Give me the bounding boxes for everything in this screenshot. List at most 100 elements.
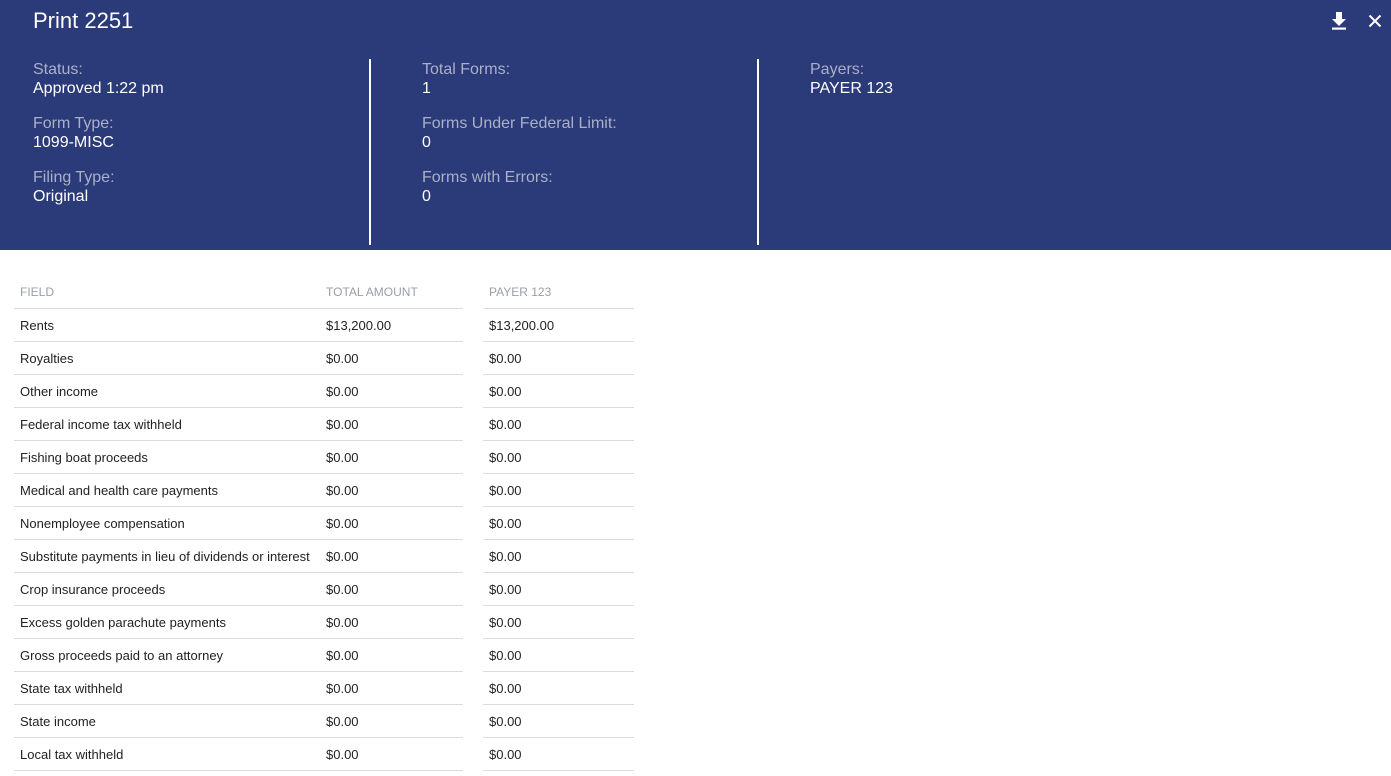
total-amount-cell: $0.00 <box>320 474 463 507</box>
table-row: Fishing boat proceeds $0.00 $0.00 <box>14 441 634 474</box>
column-header-payer: PAYER 123 <box>483 276 634 309</box>
table-row: Royalties $0.00 $0.00 <box>14 342 634 375</box>
column-gap <box>463 309 483 342</box>
under-limit-label: Forms Under Federal Limit: <box>422 115 617 132</box>
under-limit-value: 0 <box>422 134 431 151</box>
field-cell: Excess golden parachute payments <box>14 606 320 639</box>
column-gap <box>463 276 483 309</box>
field-cell: State income <box>14 705 320 738</box>
table-row: Crop insurance proceeds $0.00 $0.00 <box>14 573 634 606</box>
table-body: Rents $13,200.00 $13,200.00 Royalties $0.00 $… <box>14 309 634 771</box>
total-amount-cell: $0.00 <box>320 639 463 672</box>
field-cell: Rents <box>14 309 320 342</box>
payer-amount-cell: $0.00 <box>483 573 634 606</box>
total-amount-cell: $0.00 <box>320 507 463 540</box>
column-gap <box>463 573 483 606</box>
summary-column-forms: Total Forms: 1 Forms Under Federal Limit… <box>422 61 617 223</box>
field-cell: Federal income tax withheld <box>14 408 320 441</box>
errors-value: 0 <box>422 188 431 205</box>
table-row: Federal income tax withheld $0.00 $0.00 <box>14 408 634 441</box>
column-gap <box>463 375 483 408</box>
table-row: Other income $0.00 $0.00 <box>14 375 634 408</box>
status-label: Status: <box>33 61 83 78</box>
total-amount-cell: $0.00 <box>320 441 463 474</box>
payer-amount-cell: $13,200.00 <box>483 309 634 342</box>
column-gap <box>463 507 483 540</box>
table-row: Excess golden parachute payments $0.00 $0.… <box>14 606 634 639</box>
filing-type-value: Original <box>33 188 89 205</box>
payer-amount-cell: $0.00 <box>483 639 634 672</box>
table-row: Local tax withheld $0.00 $0.00 <box>14 738 634 771</box>
total-amount-cell: $0.00 <box>320 573 463 606</box>
download-icon <box>1332 12 1346 30</box>
table-row: State tax withheld $0.00 $0.00 <box>14 672 634 705</box>
field-totals-table-container: FIELD TOTAL AMOUNT PAYER 123 Rents $13,20… <box>14 276 634 771</box>
column-divider <box>757 59 759 245</box>
column-gap <box>463 606 483 639</box>
total-amount-cell: $0.00 <box>320 672 463 705</box>
field-cell: Medical and health care payments <box>14 474 320 507</box>
column-gap <box>463 705 483 738</box>
column-gap <box>463 474 483 507</box>
summary-column-payers: Payers: PAYER 123 <box>810 61 893 115</box>
column-header-field: FIELD <box>14 276 320 309</box>
total-forms-item: Total Forms: 1 <box>422 61 617 115</box>
payers-item: Payers: PAYER 123 <box>810 61 893 115</box>
print-header: Print 2251 Status: Approved 1:22 pm Form… <box>0 0 1391 250</box>
field-cell: State tax withheld <box>14 672 320 705</box>
status-value: Approved 1:22 pm <box>33 80 164 97</box>
table-row: Gross proceeds paid to an attorney $0.00 $… <box>14 639 634 672</box>
table-row: Substitute payments in lieu of dividends… <box>14 540 634 573</box>
payer-amount-cell: $0.00 <box>483 606 634 639</box>
total-amount-cell: $0.00 <box>320 540 463 573</box>
column-gap <box>463 639 483 672</box>
total-forms-value: 1 <box>422 80 431 97</box>
column-gap <box>463 738 483 771</box>
download-button[interactable] <box>1328 10 1350 32</box>
payer-amount-cell: $0.00 <box>483 342 634 375</box>
form-type-item: Form Type: 1099-MISC <box>33 115 164 169</box>
total-amount-cell: $0.00 <box>320 342 463 375</box>
table-row: Nonemployee compensation $0.00 $0.00 <box>14 507 634 540</box>
column-gap <box>463 441 483 474</box>
field-cell: Gross proceeds paid to an attorney <box>14 639 320 672</box>
total-amount-cell: $0.00 <box>320 705 463 738</box>
form-type-value: 1099-MISC <box>33 134 114 151</box>
column-gap <box>463 342 483 375</box>
field-cell: Fishing boat proceeds <box>14 441 320 474</box>
total-amount-cell: $0.00 <box>320 408 463 441</box>
page-title: Print 2251 <box>33 8 134 33</box>
total-amount-cell: $0.00 <box>320 375 463 408</box>
errors-label: Forms with Errors: <box>422 169 553 186</box>
payer-amount-cell: $0.00 <box>483 375 634 408</box>
payer-amount-cell: $0.00 <box>483 441 634 474</box>
summary-column-status: Status: Approved 1:22 pm Form Type: 1099… <box>33 61 164 223</box>
payer-amount-cell: $0.00 <box>483 738 634 771</box>
table-row: State income $0.00 $0.00 <box>14 705 634 738</box>
payer-amount-cell: $0.00 <box>483 672 634 705</box>
field-cell: Substitute payments in lieu of dividends… <box>14 540 320 573</box>
filing-type-label: Filing Type: <box>33 169 115 186</box>
payer-amount-cell: $0.00 <box>483 507 634 540</box>
table-row: Rents $13,200.00 $13,200.00 <box>14 309 634 342</box>
payer-amount-cell: $0.00 <box>483 705 634 738</box>
total-forms-label: Total Forms: <box>422 61 511 78</box>
column-gap <box>463 408 483 441</box>
payers-label: Payers: <box>810 61 865 78</box>
under-limit-item: Forms Under Federal Limit: 0 <box>422 115 617 169</box>
status-item: Status: Approved 1:22 pm <box>33 61 164 115</box>
payers-value: PAYER 123 <box>810 80 894 97</box>
total-amount-cell: $13,200.00 <box>320 309 463 342</box>
field-cell: Other income <box>14 375 320 408</box>
field-cell: Local tax withheld <box>14 738 320 771</box>
column-header-total-amount: TOTAL AMOUNT <box>320 276 463 309</box>
form-type-label: Form Type: <box>33 115 114 132</box>
payer-amount-cell: $0.00 <box>483 474 634 507</box>
filing-type-item: Filing Type: Original <box>33 169 164 223</box>
errors-item: Forms with Errors: 0 <box>422 169 617 223</box>
close-icon <box>1368 14 1382 28</box>
field-cell: Nonemployee compensation <box>14 507 320 540</box>
table-row: Medical and health care payments $0.00 $0.… <box>14 474 634 507</box>
table-header-row: FIELD TOTAL AMOUNT PAYER 123 <box>14 276 634 309</box>
close-button[interactable] <box>1364 10 1386 32</box>
